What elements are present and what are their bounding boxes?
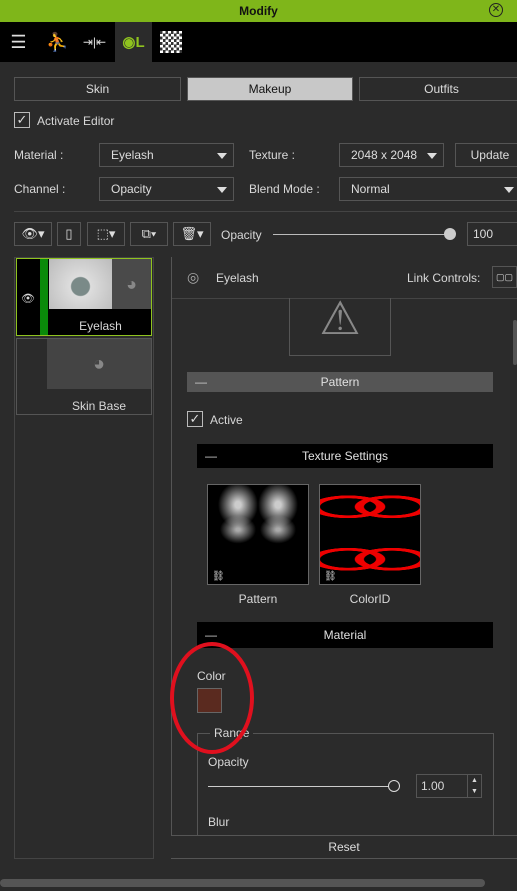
collapse-icon: — bbox=[195, 375, 207, 389]
close-icon[interactable]: ✕ bbox=[489, 3, 503, 17]
chevron-down-icon bbox=[504, 187, 514, 193]
divider bbox=[14, 211, 517, 212]
tab-skin[interactable]: Skin bbox=[14, 77, 181, 101]
eyelash-thumbnail bbox=[49, 259, 112, 309]
texture-value: 2048 x 2048 bbox=[351, 148, 418, 162]
layer-name: Skin Base bbox=[71, 399, 127, 413]
activate-editor-label: Activate Editor bbox=[37, 114, 115, 128]
opacity-value: 1.00 bbox=[421, 779, 445, 793]
delete-layer-menu-button[interactable]: 🗑▾ bbox=[173, 222, 211, 246]
sliders-icon[interactable]: ☰ bbox=[0, 22, 37, 62]
thumbnail-label: Pattern bbox=[238, 592, 278, 606]
opacity-slider[interactable] bbox=[208, 786, 396, 787]
blend-mode-dropdown[interactable]: Normal bbox=[339, 177, 517, 201]
layer-opacity-input[interactable]: 100 bbox=[467, 222, 517, 246]
chevron-down-icon bbox=[217, 187, 227, 193]
link-icon: ⛓ bbox=[324, 571, 337, 582]
texture-settings-header[interactable]: — Texture Settings bbox=[197, 444, 493, 468]
slider-handle[interactable] bbox=[388, 780, 400, 792]
panel-title: Eyelash bbox=[216, 271, 259, 285]
blend-mode-label: Blend Mode : bbox=[249, 182, 320, 196]
merge-layer-menu-button[interactable]: ⧉▾ bbox=[130, 222, 168, 246]
layer-item-skin-base[interactable]: ◕ Skin Base bbox=[16, 338, 152, 415]
texture-dropdown[interactable]: 2048 x 2048 bbox=[339, 143, 444, 167]
horizontal-scrollbar[interactable] bbox=[0, 879, 485, 887]
layer-item-eyelash[interactable]: 👁 ◕ Eyelash bbox=[16, 258, 152, 336]
channel-dropdown[interactable]: Opacity bbox=[99, 177, 234, 201]
activate-editor-checkbox[interactable]: ✓ bbox=[14, 112, 30, 128]
link-controls-button[interactable]: ▢▢ bbox=[492, 266, 517, 288]
active-label: Active bbox=[210, 413, 243, 427]
eye-visible-icon[interactable]: 👁 bbox=[21, 292, 35, 305]
material-dropdown[interactable]: Eyelash bbox=[99, 143, 234, 167]
spinner-icon[interactable]: ▲ ▼ bbox=[467, 775, 481, 797]
thumbnail-label: ColorID bbox=[349, 592, 391, 606]
texture-label: Texture : bbox=[249, 148, 296, 162]
collapse-icon: — bbox=[205, 449, 217, 463]
blur-label: Blur bbox=[208, 815, 230, 829]
window-title: Modify bbox=[0, 0, 517, 22]
layer-name: Eyelash bbox=[79, 319, 122, 333]
chevron-down-icon bbox=[217, 153, 227, 159]
annotation-circle bbox=[170, 642, 254, 754]
material-value: Eyelash bbox=[111, 148, 154, 162]
layer-active-bar bbox=[40, 259, 48, 335]
blend-mode-value: Normal bbox=[351, 182, 390, 196]
reset-button[interactable]: Reset bbox=[171, 835, 517, 859]
vertical-scrollbar[interactable] bbox=[513, 320, 517, 365]
material-label: Material : bbox=[14, 148, 64, 162]
pattern-texture-thumbnail[interactable]: ⛓ bbox=[207, 484, 309, 585]
new-layer-button[interactable]: ▯ bbox=[57, 222, 81, 246]
layer-opacity-slider[interactable] bbox=[273, 234, 450, 235]
eyelash-material-icon: ◎ bbox=[187, 269, 200, 285]
tab-outfits[interactable]: Outfits bbox=[359, 77, 517, 101]
update-button[interactable]: Update bbox=[455, 143, 517, 167]
colorid-texture-thumbnail[interactable]: ⛓ bbox=[319, 484, 421, 585]
link-controls-label: Link Controls: bbox=[407, 271, 481, 285]
channel-label: Channel : bbox=[14, 182, 66, 196]
active-checkbox[interactable]: ✓ bbox=[187, 411, 203, 427]
slider-handle[interactable] bbox=[444, 228, 456, 240]
visibility-menu-button[interactable]: 👁▾ bbox=[14, 222, 52, 246]
motion-icon[interactable]: ⛹ bbox=[39, 22, 76, 62]
morph-icon[interactable]: ⇥|⇤ bbox=[76, 22, 113, 62]
eye-mask-icon: ◕ bbox=[112, 259, 151, 309]
checker-texture-icon[interactable] bbox=[152, 22, 189, 62]
appearance-editor-icon[interactable]: ◉L bbox=[115, 22, 152, 62]
eye-mask-icon: ◕ bbox=[47, 339, 151, 389]
header-label: Material bbox=[323, 628, 367, 642]
header-label: Texture Settings bbox=[301, 449, 389, 463]
header-label: Pattern bbox=[320, 375, 360, 389]
mask-menu-button[interactable]: ⬚▾ bbox=[87, 222, 125, 246]
layer-opacity-label: Opacity bbox=[221, 228, 262, 242]
channel-value: Opacity bbox=[111, 182, 152, 196]
link-icon: ⛓ bbox=[212, 571, 225, 582]
chevron-down-icon bbox=[427, 153, 437, 159]
pattern-header[interactable]: — Pattern bbox=[187, 372, 493, 392]
tab-makeup[interactable]: Makeup bbox=[187, 77, 353, 101]
warning-icon: ⚠ bbox=[289, 295, 391, 356]
panel-divider bbox=[171, 257, 172, 859]
opacity-input[interactable]: 1.00 ▲ ▼ bbox=[416, 774, 482, 798]
